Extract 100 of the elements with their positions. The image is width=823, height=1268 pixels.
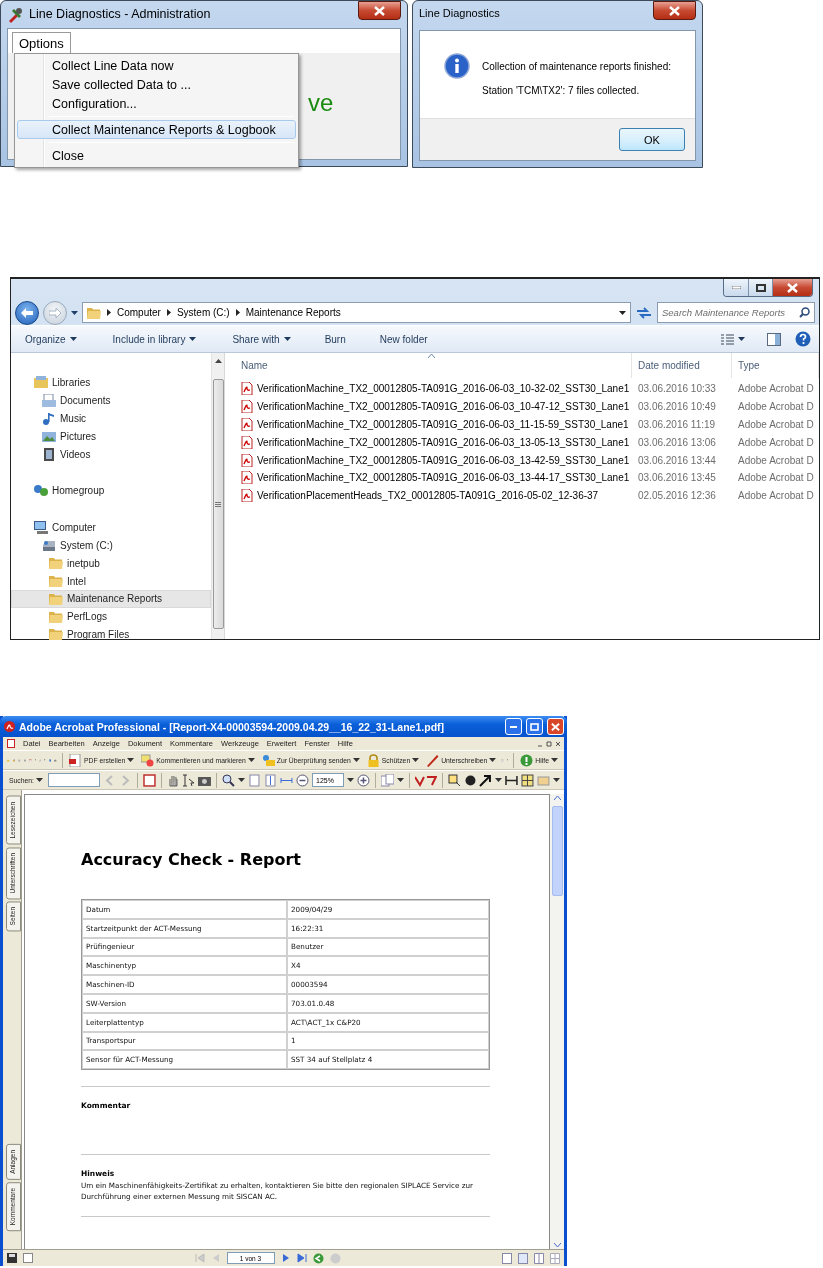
nav-item[interactable]: Music — [11, 409, 211, 428]
window-controls-icon[interactable] — [538, 740, 560, 747]
text-select-icon[interactable] — [182, 773, 196, 787]
nav-item[interactable]: Maintenance Reports — [11, 589, 211, 608]
facing-icon[interactable] — [534, 1252, 544, 1264]
library-icon — [34, 376, 48, 390]
type-cell-text: Adobe Acrobat D — [737, 418, 815, 432]
file-name-cell[interactable]: VerificationPlacementHeads_TX2_00012805-TA091G_2016-05-02_12-36-37 — [225, 486, 632, 505]
type-cell-text: Adobe Acrobat D — [737, 453, 815, 468]
nav-item[interactable]: Homegroup — [11, 482, 211, 500]
zoom-in-icon[interactable] — [356, 773, 370, 787]
file-name-cell[interactable]: VerificationMachine_TX2_00012805-TA091G_2016-06-03_10-47-12_SST30_Lane1 — [225, 397, 632, 416]
nav-item[interactable]: Intel — [11, 572, 211, 590]
pages-icon[interactable] — [380, 773, 394, 787]
info-icon — [444, 53, 470, 79]
column-header[interactable]: Date modified — [632, 353, 732, 378]
search-field[interactable] — [47, 773, 100, 787]
maximize-button[interactable] — [748, 279, 772, 296]
pdf-file-icon — [241, 489, 253, 503]
nav-item[interactable]: Videos — [11, 445, 211, 463]
back-button[interactable] — [15, 300, 39, 325]
continuous-icon[interactable] — [518, 1252, 528, 1264]
window-title: Adobe Acrobat Professional - [Report-X4-00003594-2009.04.29__16_22_31-Lane1.pdf] — [19, 720, 445, 733]
measure-icon[interactable] — [505, 773, 519, 787]
toolbar-button[interactable]: Organize — [17, 328, 85, 350]
minimize-button[interactable] — [505, 718, 522, 735]
ok-button[interactable]: OK — [619, 128, 685, 151]
zoom-in-icon[interactable] — [222, 773, 236, 787]
homegroup-icon — [34, 484, 48, 498]
page-icon[interactable] — [23, 1253, 33, 1263]
file-name-cell[interactable]: VerificationMachine_TX2_00012805-TA091G_2016-06-03_13-42-59_SST30_Lane1 — [225, 451, 632, 469]
lock-icon[interactable] — [366, 753, 380, 767]
date-cell-text: 03.06.2016 13:44 — [637, 453, 717, 468]
zigzag-tool-icon[interactable] — [414, 773, 437, 787]
select-object-icon[interactable] — [447, 773, 461, 787]
nav-item[interactable]: Pictures — [11, 427, 211, 446]
type-cell-text: Adobe Acrobat D — [737, 489, 815, 504]
floppy-icon[interactable] — [7, 1253, 17, 1263]
history-caret-icon — [71, 310, 78, 315]
breadcrumb[interactable]: Computer — [117, 307, 161, 318]
menu-item[interactable]: Close — [17, 146, 296, 165]
pictures-icon — [42, 429, 56, 443]
menu-item[interactable]: Save collected Data to ... — [17, 75, 296, 94]
toolbar-button[interactable]: Burn — [316, 328, 354, 350]
pdf-document-icon[interactable] — [69, 753, 83, 767]
menu-item[interactable]: Collect Line Data now — [17, 56, 296, 75]
table-icon[interactable] — [521, 773, 535, 787]
menu-item[interactable]: Configuration... — [17, 94, 296, 113]
toolbar-button[interactable]: New folder — [371, 328, 436, 350]
search-field[interactable]: Search Maintenance Reports — [657, 302, 815, 323]
scroll-thumb[interactable] — [551, 806, 563, 896]
breadcrumb[interactable]: Maintenance Reports — [245, 307, 341, 318]
snapshot-icon[interactable] — [142, 773, 156, 787]
comment-icon[interactable] — [141, 753, 155, 767]
refresh-icon[interactable] — [635, 306, 653, 319]
scrollbar[interactable] — [211, 353, 225, 639]
close-icon — [551, 722, 560, 731]
preview-pane-icon[interactable] — [767, 332, 781, 346]
column-header[interactable]: Type — [732, 353, 819, 378]
scrollbar[interactable] — [550, 794, 564, 1249]
nav-item[interactable]: Libraries — [11, 374, 211, 392]
page-icon[interactable] — [248, 773, 262, 787]
address-bar[interactable]: Computer System (C:) Maintenance Reports — [82, 302, 631, 323]
chevron-icon — [166, 309, 171, 316]
zoom-out-icon[interactable] — [296, 773, 309, 787]
breadcrumb[interactable]: System (C:) — [176, 307, 230, 318]
nav-item[interactable]: System (C:) — [11, 536, 211, 555]
file-name-cell[interactable]: VerificationMachine_TX2_00012805-TA091G_2016-06-03_13-44-17_SST30_Lane1 — [225, 469, 632, 487]
nav-item[interactable]: Computer — [11, 518, 211, 537]
menu-item[interactable]: Collect Maintenance Reports & Logbook — [17, 120, 296, 139]
pen-icon[interactable] — [426, 753, 440, 767]
file-name-cell[interactable]: VerificationMachine_TX2_00012805-TA091G_2016-06-03_11-15-59_SST30_Lane1 — [225, 415, 632, 434]
scroll-thumb[interactable] — [212, 379, 224, 629]
menu-tab[interactable]: Options — [12, 32, 71, 53]
continuous-facing-icon[interactable] — [550, 1252, 560, 1264]
nav-item[interactable]: PerfLogs — [11, 607, 211, 626]
nav-item[interactable]: Documents — [11, 391, 211, 410]
close-button[interactable] — [772, 279, 812, 296]
file-name-cell[interactable]: VerificationMachine_TX2_00012805-TA091G_2016-06-03_13-05-13_SST30_Lane1 — [225, 433, 632, 452]
hand-icon[interactable] — [166, 773, 180, 787]
file-name-cell[interactable]: VerificationMachine_TX2_00012805-TA091G_2016-06-03_10-32-02_SST30_Lane1 — [225, 380, 632, 398]
fit-page-icon[interactable] — [264, 773, 278, 787]
last-page-icon[interactable] — [296, 1253, 307, 1263]
pdf-file-icon — [241, 435, 253, 449]
nav-item[interactable]: Program Files — [11, 625, 211, 644]
status-text: ve — [308, 89, 334, 116]
date-cell-text: 03.06.2016 11:19 — [637, 418, 717, 432]
toolbar-button[interactable]: Share with — [224, 328, 299, 350]
send-icon[interactable] — [261, 753, 275, 767]
close-button[interactable] — [653, 1, 696, 20]
nav-item[interactable]: inetpub — [11, 554, 211, 573]
next-page-icon[interactable] — [280, 1253, 291, 1263]
toolbar-button[interactable]: Include in library — [104, 328, 205, 350]
single-page-icon[interactable] — [502, 1252, 512, 1264]
column-header[interactable]: Name — [225, 353, 632, 378]
close-icon — [669, 5, 680, 16]
back-icon[interactable] — [312, 1252, 324, 1264]
date-cell-text: 03.06.2016 10:33 — [637, 382, 717, 397]
close-button[interactable] — [358, 1, 401, 20]
arrow-icon[interactable] — [479, 773, 493, 787]
